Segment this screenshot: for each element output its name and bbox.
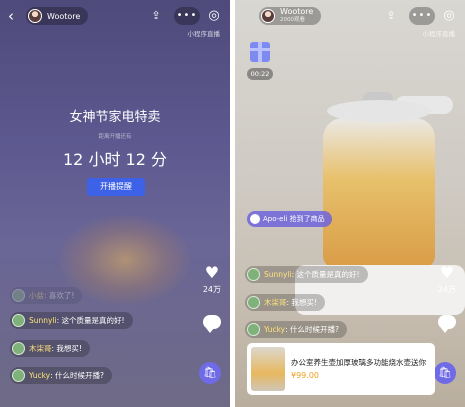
like-group[interactable]: ♥ 24万 — [203, 264, 221, 295]
top-bar: ‹ Wootore ⇪ ••• ◎ — [0, 6, 230, 26]
event-title: 女神节家电特卖 — [69, 110, 161, 125]
product-card[interactable]: 办公室养生壶加厚玻璃多功能烧水壶送你 ¥99.00 — [247, 343, 435, 395]
like-group[interactable]: ♥ 24万 — [438, 264, 456, 295]
comment-name: 木柒哥 — [29, 344, 52, 353]
comment-button[interactable] — [203, 314, 221, 333]
heart-icon[interactable]: ♥ — [203, 264, 221, 282]
avatar — [250, 214, 260, 224]
comment-name: 小盐 — [29, 291, 44, 300]
like-count: 24万 — [202, 285, 221, 294]
comment-name: Yucky — [264, 325, 286, 334]
comment-text: 喜欢了! — [48, 291, 75, 300]
gift-widget[interactable]: 00:22 — [247, 42, 273, 88]
comment-text: 这个质量是真的好! — [61, 316, 125, 325]
target-icon[interactable]: ◎ — [206, 7, 222, 25]
streamer-pill[interactable]: Wootore 2000观看 — [259, 7, 322, 25]
miniprogram-label: 小程序直播 — [422, 30, 456, 38]
comment-icon[interactable] — [203, 315, 221, 333]
more-icon[interactable]: ••• — [409, 7, 435, 25]
prelive-screen: ‹ Wootore ⇪ ••• ◎ 小程序直播 女神节家电特卖 距离开播还有 1… — [0, 0, 230, 407]
live-screen: Wootore 2000观看 ⇪ ••• ◎ 小程序直播 00:22 Apo-e… — [235, 0, 465, 407]
product-name[interactable]: 办公室养生壶加厚玻璃多功能烧水壶送你 — [291, 358, 426, 368]
target-icon[interactable]: ◎ — [441, 7, 457, 25]
event-subtitle: 距离开播还有 — [98, 134, 132, 140]
cart-button[interactable]: 🛍 — [434, 362, 456, 384]
streamer-info: Wootore 2000观看 — [280, 8, 313, 24]
avatar — [247, 323, 260, 336]
avatar — [247, 296, 260, 309]
comment-name: Yucky — [29, 371, 51, 380]
back-icon[interactable]: ‹ — [8, 7, 14, 25]
top-bar: Wootore 2000观看 ⇪ ••• ◎ — [235, 6, 465, 26]
streamer-name: Wootore — [47, 11, 81, 21]
share-icon[interactable]: ⇪ — [384, 7, 398, 25]
avatar — [12, 342, 25, 355]
kettle-image — [323, 118, 435, 268]
like-count: 24万 — [437, 285, 456, 294]
comment-text: 我想买! — [291, 298, 317, 307]
shopping-bag-icon[interactable]: 🛍 — [199, 362, 221, 384]
product-info: 办公室养生壶加厚玻璃多功能烧水壶送你 ¥99.00 — [291, 358, 426, 380]
comment-text: 什么时候开播? — [55, 371, 105, 380]
avatar — [28, 9, 42, 23]
heart-icon[interactable]: ♥ — [438, 264, 456, 282]
comment-item: Yucky: 什么时候开播? — [10, 367, 113, 384]
kettle-lid — [327, 100, 431, 122]
viewer-count: 2000观看 — [280, 17, 305, 23]
comment-item: 小盐: 喜欢了! — [10, 287, 83, 304]
notice-text: Apo-eli 抢到了商品 — [263, 215, 325, 223]
more-icon[interactable]: ••• — [174, 7, 200, 25]
miniprogram-label: 小程序直播 — [187, 30, 221, 38]
gift-timer: 00:22 — [247, 68, 273, 80]
cart-button[interactable]: 🛍 — [199, 362, 221, 384]
streamer-pill[interactable]: Wootore — [26, 7, 89, 25]
share-icon[interactable]: ⇪ — [149, 7, 163, 25]
purchase-notice: Apo-eli 抢到了商品 — [247, 211, 332, 227]
shopping-bag-icon[interactable]: 🛍 — [434, 362, 456, 384]
streamer-name: Wootore — [280, 7, 314, 16]
avatar — [247, 268, 260, 281]
comment-item: Sunnyli: 这个质量是真的好! — [245, 266, 368, 283]
avatar — [12, 314, 25, 327]
product-image[interactable] — [251, 347, 285, 391]
comment-text: 什么时候开播? — [290, 325, 340, 334]
comment-item: 木柒哥: 我想买! — [10, 340, 90, 357]
comment-name: Sunnyli — [264, 270, 292, 279]
avatar — [12, 369, 25, 382]
comment-name: Sunnyli — [29, 316, 57, 325]
comment-name: 木柒哥 — [264, 298, 287, 307]
countdown: 12 小时 12 分 — [63, 150, 167, 169]
comment-item: Yucky: 什么时候开播? — [245, 321, 348, 338]
avatar — [261, 9, 275, 23]
comment-button[interactable] — [438, 314, 456, 333]
avatar — [12, 289, 25, 302]
comment-text: 我想买! — [56, 344, 82, 353]
gift-icon[interactable] — [250, 42, 270, 62]
comment-icon[interactable] — [438, 315, 456, 333]
comment-item: 木柒哥: 我想买! — [245, 294, 325, 311]
remind-button[interactable]: 开播提醒 — [87, 178, 145, 196]
product-price: ¥99.00 — [291, 371, 319, 380]
comment-text: 这个质量是真的好! — [296, 270, 360, 279]
comment-item: Sunnyli: 这个质量是真的好! — [10, 312, 133, 329]
